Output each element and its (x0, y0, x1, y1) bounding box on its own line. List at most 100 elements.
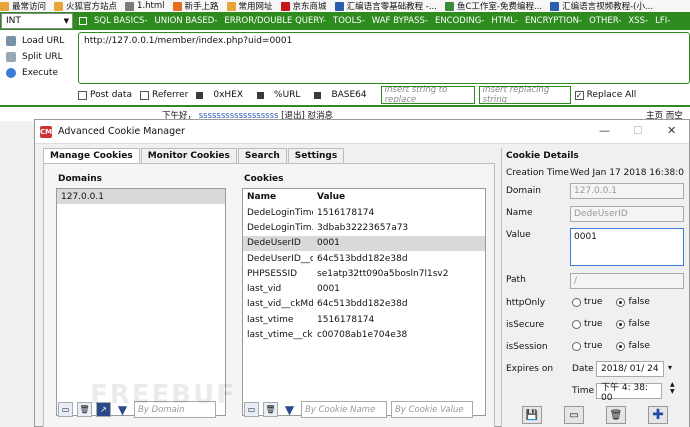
add-cookie-icon[interactable]: ✚ (648, 406, 668, 424)
load-url-button[interactable]: Load URL (6, 33, 72, 49)
cookie-name-filter-input[interactable]: By Cookie Name (301, 401, 387, 418)
menu-sql-basics[interactable]: SQL BASICS- (94, 16, 147, 26)
post-data-checkbox[interactable] (78, 90, 87, 100)
menu-error-double-query[interactable]: ERROR/DOUBLE QUERY- (224, 16, 326, 26)
domain-item[interactable]: 127.0.0.1 (57, 189, 225, 204)
time-spinner-icon[interactable]: ▲ ▼ (670, 381, 675, 395)
bookmarks-bar: 最常访问 火狐官方站点 1.html 新手上路 常用网址 京东商城 汇编语言零基础教程 -.… (0, 0, 690, 12)
bookmark-item[interactable]: 汇编语言视频教程-(小... (550, 0, 653, 12)
cookie-value-filter-input[interactable]: By Cookie Value (391, 401, 473, 418)
domains-title: Domains (58, 174, 102, 184)
bookmark-icon (125, 1, 135, 11)
value-field[interactable]: 0001 (570, 228, 684, 266)
execute-label: Execute (22, 68, 58, 78)
minimize-icon[interactable]: — (599, 124, 610, 137)
referrer-toggle[interactable]: Referrer (139, 90, 188, 100)
cookie-row[interactable]: DedeLoginTim... 3dbab32223657a73 (243, 220, 485, 235)
cookie-row[interactable]: last_vtime 1516178174 (243, 312, 485, 327)
cookie-row[interactable]: DedeLoginTime 1516178174 (243, 205, 485, 220)
bookmark-item[interactable]: 1.html (125, 1, 165, 11)
cookie-row[interactable]: DedeUserID__c... 64c513bdd182e38d (243, 251, 485, 266)
httponly-false-radio[interactable] (616, 297, 626, 307)
close-icon[interactable]: ✕ (667, 124, 676, 137)
maximize-icon[interactable]: ☐ (633, 124, 643, 137)
issecure-label: isSecure (506, 320, 545, 330)
filter-cookie-icon[interactable]: ▼ (282, 402, 297, 417)
cookie-details-title: Cookie Details (506, 151, 579, 161)
cookie-row[interactable]: last_vtime__ck... c00708ab1e704e38 (243, 327, 485, 342)
hackbar-panel: Load URL Split URL Execute http://127.0.… (0, 30, 690, 107)
cookie-row[interactable]: last_vid 0001 (243, 281, 485, 296)
refresh-cookies-icon[interactable]: ▭ (244, 402, 259, 417)
duplicate-cookie-icon[interactable]: ▭ (564, 406, 584, 424)
split-url-button[interactable]: Split URL (6, 49, 72, 65)
cookie-name-cell: last_vid__ckMd5 (247, 299, 313, 310)
tab-manage-cookies[interactable]: Manage Cookies (43, 148, 140, 164)
delete-cookie-detail-icon[interactable]: 🗑 (606, 406, 626, 424)
menu-union-based[interactable]: UNION BASED- (154, 16, 217, 26)
menu-xss[interactable]: XSS- (628, 16, 648, 26)
int-select-value: INT (6, 16, 21, 26)
int-select[interactable]: INT ▼ (1, 13, 73, 29)
tab-settings[interactable]: Settings (287, 148, 345, 164)
menu-encoding[interactable]: ENCODING- (435, 16, 484, 26)
bookmark-item[interactable]: 常用网址 (226, 0, 273, 12)
path-label: Path (506, 275, 526, 285)
issecure-false-radio[interactable] (616, 319, 626, 329)
execute-icon (6, 68, 16, 78)
bookmark-item[interactable]: 京东商城 (280, 0, 327, 12)
url-textarea[interactable]: http://127.0.0.1/member/index.php?uid=00… (78, 32, 690, 84)
bookmark-item[interactable]: 新手上路 (172, 0, 219, 12)
time-field[interactable]: 下午 4: 38: 00 (596, 383, 662, 403)
creation-time-value: Wed Jan 17 2018 16:38:0 (570, 168, 684, 178)
menu-html[interactable]: HTML- (491, 16, 518, 26)
date-field[interactable]: 2018/ 01/ 24 (596, 361, 664, 377)
issession-radio-group: true false (572, 341, 650, 351)
bookmark-label: 火狐官方站点 (66, 2, 118, 12)
cookie-row[interactable]: DedeUserID 0001 (243, 235, 485, 251)
column-value-header[interactable]: Value (313, 192, 345, 202)
menu-encryption[interactable]: ENCRYPTION- (525, 16, 582, 26)
cookie-row[interactable]: PHPSESSID se1atp32tt090a5bosln7l1sv2 (243, 266, 485, 281)
menu-lfi[interactable]: LFI- (655, 16, 670, 26)
execute-button[interactable]: Execute (6, 65, 72, 81)
bookmark-item[interactable]: 汇编语言零基础教程 -... (334, 0, 437, 12)
cookie-value-cell: 0001 (317, 238, 340, 249)
watermark-logo: FREEBUF (90, 380, 236, 410)
base64-button[interactable]: BASE64 (314, 90, 367, 100)
insert-string-input[interactable]: Insert string to replace (380, 85, 475, 105)
referrer-checkbox[interactable] (139, 90, 149, 100)
issession-true-radio[interactable] (572, 341, 581, 351)
bookmark-item[interactable]: 火狐官方站点 (54, 0, 117, 12)
menu-waf-bypass[interactable]: WAF BYPASS- (372, 16, 428, 26)
bookmark-label: 汇编语言视频教程-(小... (562, 2, 654, 12)
menu-checkbox[interactable] (79, 17, 87, 25)
url-encode-button[interactable]: %URL (257, 90, 300, 100)
menu-other[interactable]: OTHER- (589, 16, 621, 26)
delete-cookie-icon[interactable]: 🗑 (263, 402, 278, 417)
path-field[interactable]: / (570, 273, 684, 289)
time-label: Time (572, 386, 595, 396)
httponly-true-label: true (584, 297, 603, 307)
tab-search[interactable]: Search (237, 148, 287, 164)
save-cookie-icon[interactable]: 💾 (522, 406, 542, 424)
refresh-domains-icon[interactable]: ▭ (58, 402, 73, 417)
replacing-string-input[interactable]: Insert replacing string (478, 85, 571, 105)
name-field[interactable]: DedeUserID (570, 206, 684, 222)
httponly-true-radio[interactable] (572, 297, 581, 307)
cookie-value-cell: 64c513bdd182e38d (317, 253, 408, 264)
replace-all-checkbox[interactable]: ✓ (574, 90, 584, 100)
post-data-toggle[interactable]: Post data (78, 90, 132, 100)
domain-field[interactable]: 127.0.0.1 (570, 183, 684, 199)
bookmark-item[interactable]: 鱼C工作室-免费编程... (444, 0, 542, 12)
menu-tools[interactable]: TOOLS- (333, 16, 365, 26)
hex-button[interactable]: 0xHEX (196, 90, 243, 100)
cookie-row[interactable]: last_vid__ckMd5 64c513bdd182e38d (243, 297, 485, 312)
issecure-true-radio[interactable] (572, 319, 581, 329)
bookmark-item[interactable]: 最常访问 (0, 0, 46, 12)
issession-false-radio[interactable] (616, 341, 626, 351)
column-name-header[interactable]: Name (243, 192, 313, 202)
tab-monitor-cookies[interactable]: Monitor Cookies (140, 148, 237, 164)
date-dropdown-icon[interactable]: ▾ (668, 363, 672, 372)
replace-all-toggle[interactable]: ✓ Replace All (574, 90, 636, 100)
